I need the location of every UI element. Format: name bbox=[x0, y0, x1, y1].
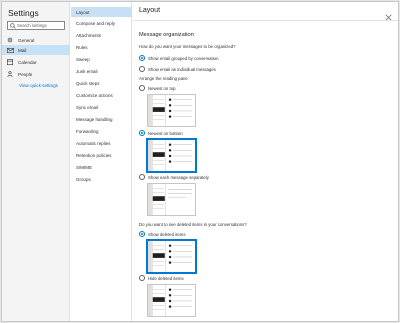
radio-label: Show email as individual messages bbox=[148, 66, 216, 72]
radio-label: Show each message separately bbox=[148, 174, 209, 180]
menu-item-sync-email[interactable]: Sync email bbox=[71, 102, 132, 112]
menu-item-layout[interactable]: Layout bbox=[71, 7, 132, 17]
radio-button-selected bbox=[139, 130, 145, 136]
nav-item-label: Mail bbox=[18, 47, 27, 53]
radio-button bbox=[139, 85, 145, 91]
search-icon bbox=[8, 22, 17, 30]
menu-item-forwarding[interactable]: Forwarding bbox=[71, 126, 132, 136]
settings-title: Settings bbox=[8, 8, 39, 18]
nav-item-label: General bbox=[18, 37, 35, 43]
menu-item-retention-policies[interactable]: Retention policies bbox=[71, 150, 132, 160]
radio-button-selected bbox=[139, 231, 145, 237]
preview-newest-on-top[interactable] bbox=[147, 94, 196, 127]
radio-individual-messages[interactable]: Show email as individual messages bbox=[139, 66, 216, 72]
settings-window: Settings Search settings General Mail Ca… bbox=[1, 1, 399, 322]
mail-icon bbox=[2, 47, 18, 53]
radio-label: Newest on top bbox=[148, 85, 176, 91]
people-icon bbox=[2, 71, 18, 77]
radio-newest-on-bottom[interactable]: Newest on bottom bbox=[139, 130, 183, 136]
nav-item-label: People bbox=[18, 71, 33, 77]
deleted-items-question: Do you want to see deleted items in your… bbox=[139, 222, 247, 227]
view-quick-settings-link[interactable]: View quick settings bbox=[19, 83, 58, 88]
radio-button bbox=[139, 66, 145, 72]
menu-item-compose-and-reply[interactable]: Compose and reply bbox=[71, 18, 132, 28]
nav-item-people[interactable]: People bbox=[2, 69, 70, 79]
preview-show-separately[interactable] bbox=[147, 183, 196, 216]
radio-show-deleted-items[interactable]: Show deleted items bbox=[139, 231, 186, 237]
gear-icon bbox=[2, 37, 18, 43]
radio-hide-deleted-items[interactable]: Hide deleted items bbox=[139, 275, 184, 281]
menu-item-message-handling[interactable]: Message handling bbox=[71, 114, 132, 124]
nav-item-calendar[interactable]: Calendar bbox=[2, 57, 70, 67]
radio-newest-on-top[interactable]: Newest on top bbox=[139, 85, 175, 91]
radio-button-selected bbox=[139, 55, 145, 61]
search-input[interactable]: Search settings bbox=[7, 21, 65, 30]
preview-show-deleted-items[interactable] bbox=[147, 240, 196, 273]
radio-label: Hide deleted items bbox=[148, 275, 184, 281]
preview-newest-on-bottom[interactable] bbox=[147, 139, 196, 172]
radio-grouped-by-conversation[interactable]: Show email grouped by conversation bbox=[139, 55, 218, 61]
radio-label: Show email grouped by conversation bbox=[148, 55, 219, 61]
page-title: Layout bbox=[139, 7, 161, 14]
close-icon[interactable] bbox=[385, 8, 392, 21]
menu-item-junk-email[interactable]: Junk email bbox=[71, 66, 132, 76]
menu-item-customize-actions[interactable]: Customize actions bbox=[71, 90, 132, 100]
section-title: Message organization bbox=[139, 32, 194, 38]
nav-item-mail[interactable]: Mail bbox=[2, 45, 70, 55]
radio-show-separately[interactable]: Show each message separately bbox=[139, 174, 209, 180]
radio-button bbox=[139, 174, 145, 180]
menu-item-quick-steps[interactable]: Quick steps bbox=[71, 78, 132, 88]
mail-settings-menu: Layout Compose and reply Attachments Rul… bbox=[71, 2, 132, 321]
menu-item-sweep[interactable]: Sweep bbox=[71, 54, 132, 64]
preview-hide-deleted-items[interactable] bbox=[147, 284, 196, 317]
radio-label: Newest on bottom bbox=[148, 130, 183, 136]
settings-nav: Settings Search settings General Mail Ca… bbox=[2, 2, 70, 321]
layout-settings-panel: Layout Message organization How do you w… bbox=[133, 2, 398, 321]
nav-item-label: Calendar bbox=[18, 59, 37, 65]
radio-button bbox=[139, 275, 145, 281]
radio-label: Show deleted items bbox=[148, 231, 186, 237]
calendar-icon bbox=[2, 59, 18, 65]
menu-item-attachments[interactable]: Attachments bbox=[71, 30, 132, 40]
nav-item-general[interactable]: General bbox=[2, 35, 70, 45]
menu-item-automatic-replies[interactable]: Automatic replies bbox=[71, 138, 132, 148]
search-placeholder: Search settings bbox=[17, 23, 47, 28]
organize-question: How do you want your messages to be orga… bbox=[139, 44, 236, 49]
menu-item-smime[interactable]: S/MIME bbox=[71, 162, 132, 172]
header-divider bbox=[133, 20, 398, 21]
menu-item-groups[interactable]: Groups bbox=[71, 174, 132, 184]
reading-pane-label: Arrange the reading pane bbox=[139, 76, 188, 81]
menu-item-rules[interactable]: Rules bbox=[71, 42, 132, 52]
